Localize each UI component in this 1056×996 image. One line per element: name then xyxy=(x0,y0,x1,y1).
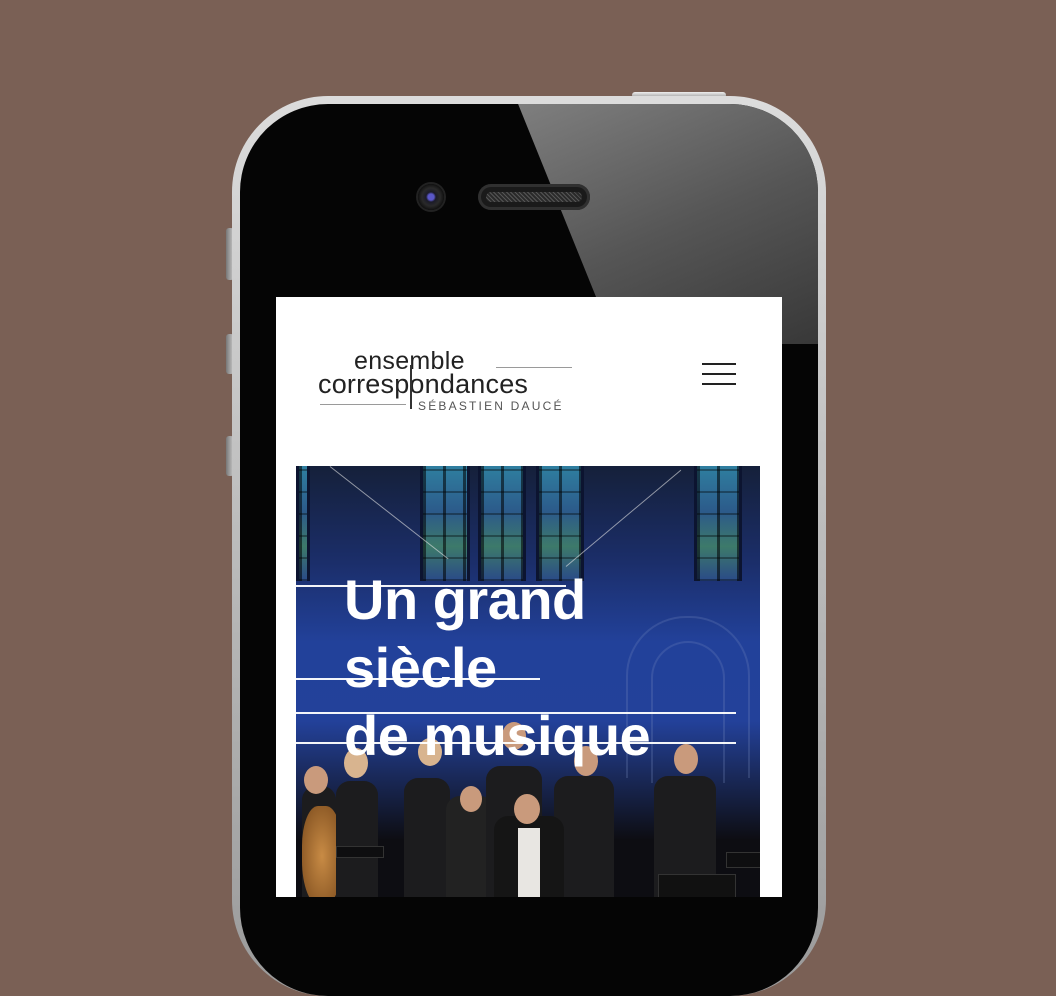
conductor-head xyxy=(514,794,540,824)
stained-glass-window xyxy=(478,466,526,581)
stained-glass-window xyxy=(536,466,584,581)
stained-glass-window xyxy=(296,466,310,581)
site-logo[interactable]: ensemble correspondances SÉBASTIEN DAUCÉ xyxy=(318,347,578,417)
logo-line-director: SÉBASTIEN DAUCÉ xyxy=(418,399,564,413)
music-stand xyxy=(336,846,384,858)
music-stand xyxy=(658,874,736,897)
musician-head xyxy=(674,744,698,774)
logo-line-correspondances: correspondances xyxy=(318,369,529,399)
logo-rule-bottom xyxy=(320,404,406,405)
conductor-shirt xyxy=(518,828,540,897)
menu-bar-top xyxy=(702,363,736,365)
stained-glass-window xyxy=(420,466,470,581)
logo-vertical-bar xyxy=(410,365,412,409)
hero-title-line-1: Un grand xyxy=(344,568,586,631)
musician-head xyxy=(460,786,482,812)
logo-rule-top xyxy=(496,367,572,368)
hero-banner[interactable]: Un grand siècle de musique xyxy=(296,466,760,897)
hero-title-line-2: siècle xyxy=(344,636,497,699)
music-stand xyxy=(726,852,760,868)
hamburger-menu-button[interactable] xyxy=(702,363,736,387)
hero-title: Un grand siècle de musique xyxy=(344,566,651,770)
musician-head xyxy=(304,766,328,794)
musician xyxy=(336,781,378,897)
menu-bar-bottom xyxy=(702,383,736,385)
musician xyxy=(404,778,450,897)
stained-glass-window xyxy=(694,466,742,581)
phone-screen: ensemble correspondances SÉBASTIEN DAUCÉ xyxy=(276,297,782,897)
menu-bar-middle xyxy=(702,373,736,375)
earpiece-speaker xyxy=(478,184,590,210)
hero-title-line-3: de musique xyxy=(344,704,651,767)
front-camera-icon xyxy=(418,184,444,210)
